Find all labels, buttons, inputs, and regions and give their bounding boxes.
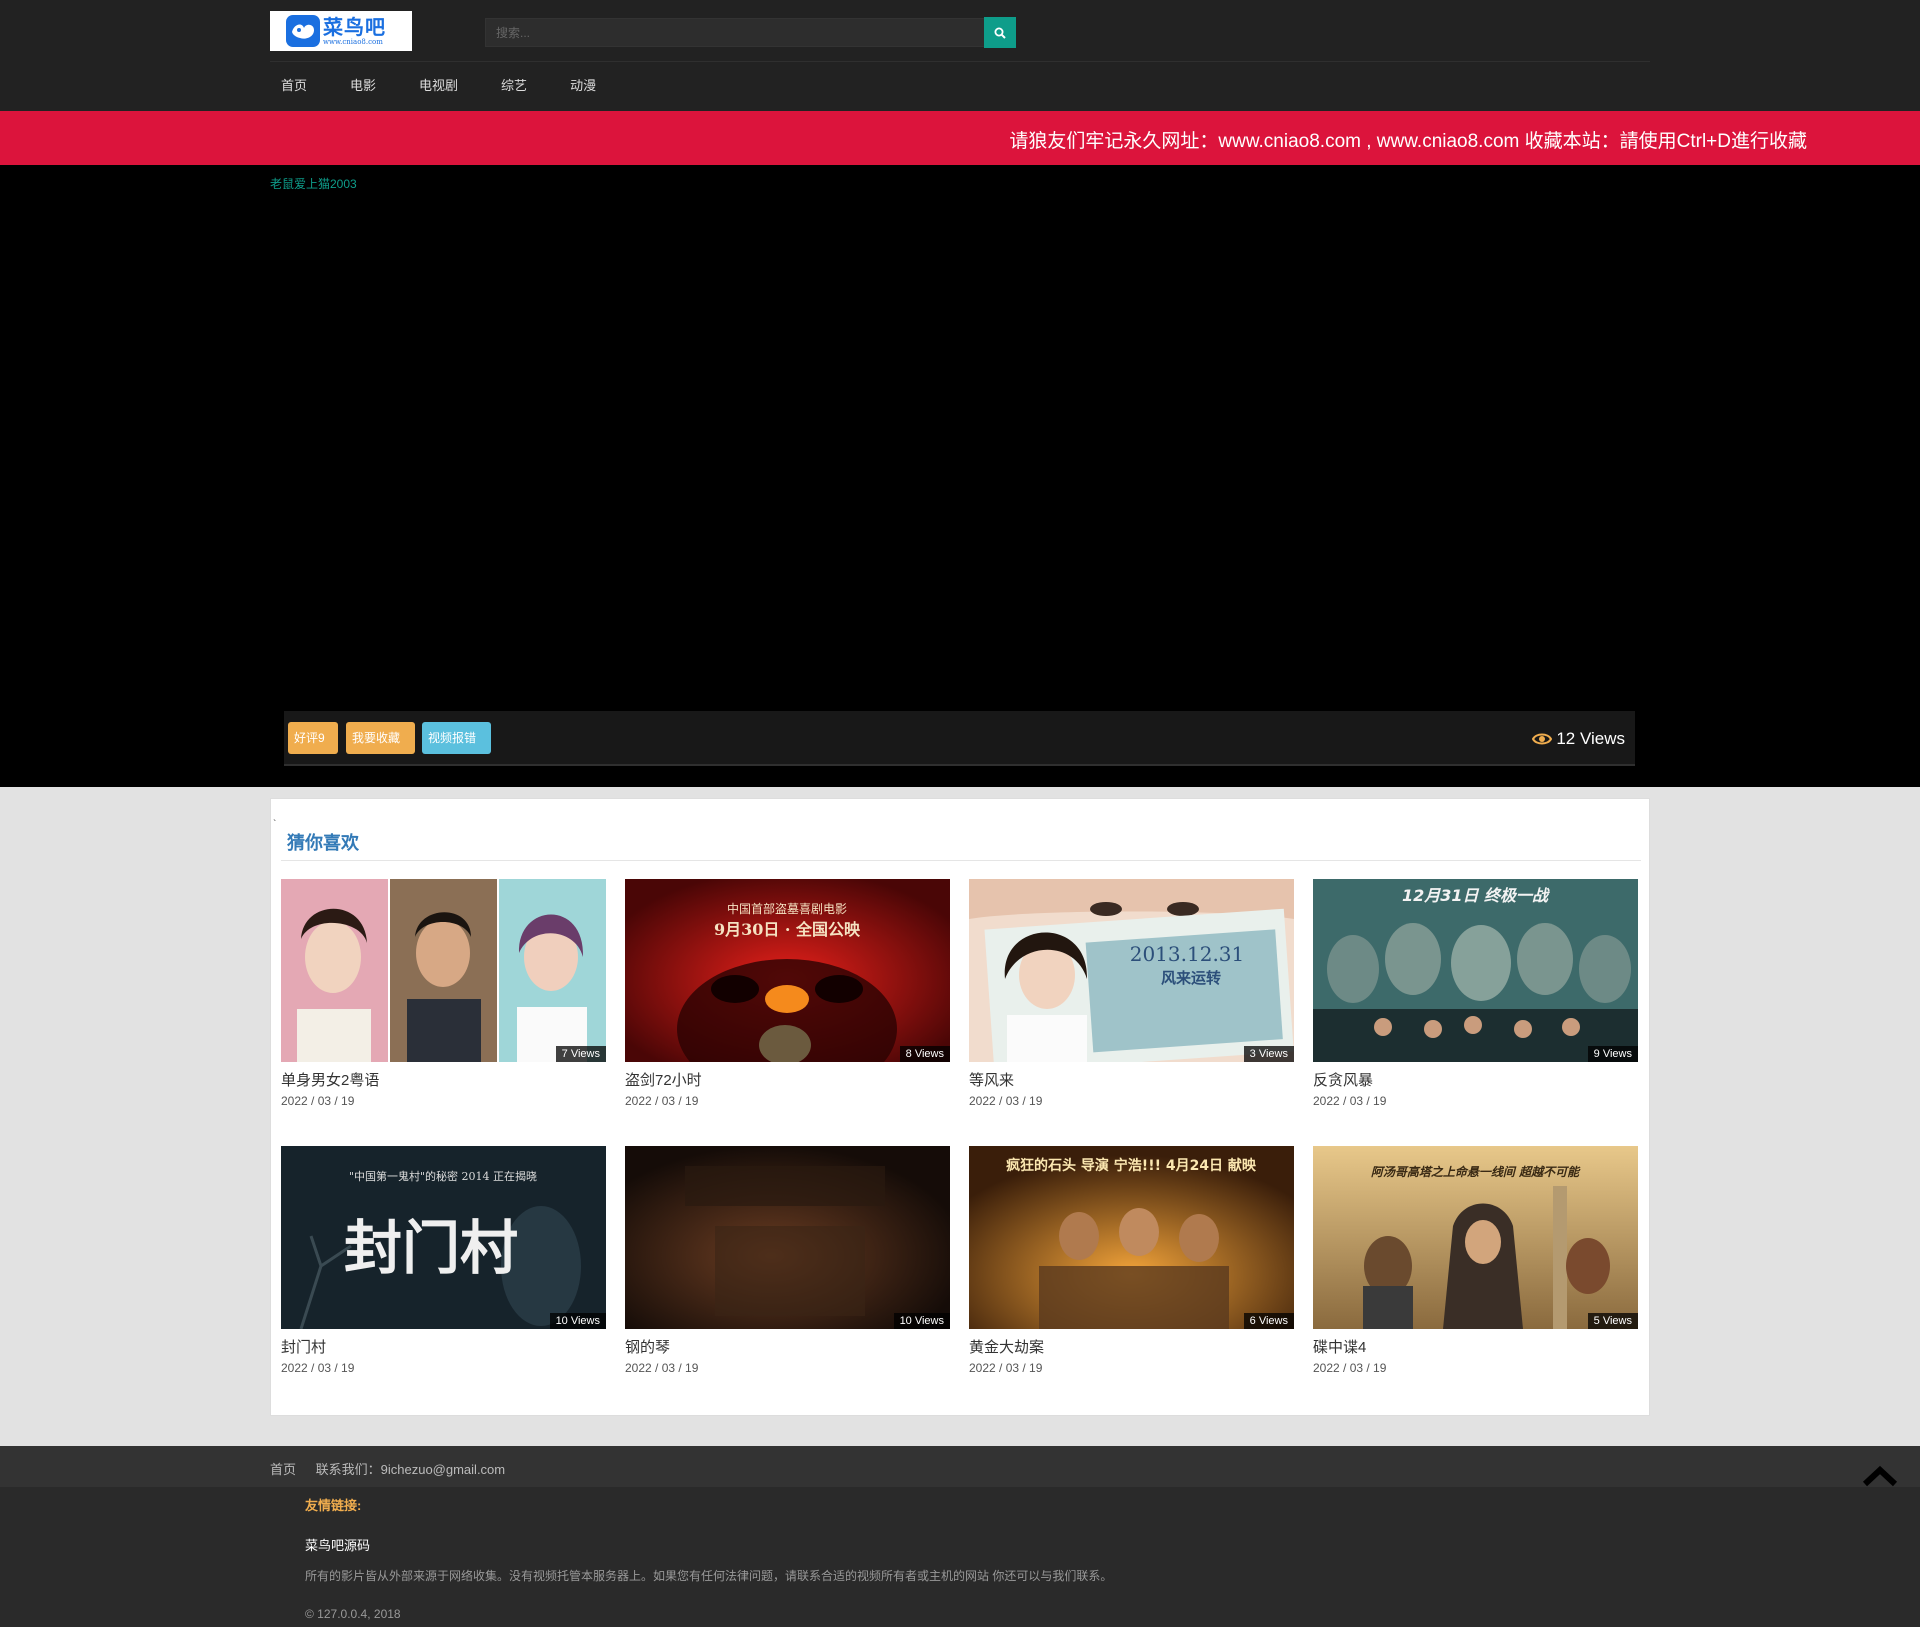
panel-divider — [281, 860, 1641, 861]
view-count-text: 12 Views — [1556, 729, 1625, 748]
poster-text: 封门村 — [344, 1214, 518, 1282]
views-badge: 9 Views — [1587, 1046, 1638, 1062]
notice-text: 请狼友们牢记永久网址：www.cniao8.com , www.cniao8.c… — [1009, 131, 1807, 152]
poster-text: 风来运转 — [1161, 969, 1221, 987]
video-title[interactable]: 碟中谍4 — [1313, 1336, 1638, 1357]
video-title[interactable]: 黄金大劫案 — [969, 1336, 1294, 1357]
video-date: 2022 / 03 / 19 — [625, 1094, 699, 1108]
poster-text: "中国第一鬼村"的秘密 2014 正在揭晓 — [349, 1169, 537, 1183]
site-logo[interactable]: 菜鸟吧 www.cniao8.com — [270, 11, 412, 51]
back-to-top-button[interactable] — [1862, 1463, 1898, 1489]
site-header: 菜鸟吧 www.cniao8.com 首页 电影 电视剧 综艺 动漫 — [0, 0, 1920, 111]
view-count: 12 Views — [1532, 729, 1625, 749]
poster-text: 2013.12.31 — [1130, 942, 1245, 966]
views-badge: 10 Views — [893, 1313, 950, 1329]
video-date: 2022 / 03 / 19 — [625, 1361, 699, 1375]
video-date: 2022 / 03 / 19 — [281, 1094, 355, 1108]
footer-disclaimer: 所有的影片皆从外部来源于网络收集。没有视频托管本服务器上。如果您有任何法律问题，… — [305, 1569, 1113, 1583]
logo-url-text: www.cniao8.com — [323, 37, 383, 46]
video-card[interactable]: 2013.12.31 风来运转 3 Views 等风来 2022 / 03 / … — [969, 879, 1294, 1108]
video-card[interactable]: 7 Views 单身男女2粤语 2022 / 03 / 19 — [281, 879, 606, 1108]
video-card[interactable]: 疯狂的石头 导演 宁浩!!! 4月24日 献映 6 Views 黄金大劫案 20… — [969, 1146, 1294, 1375]
recommend-panel: ` 猜你喜欢 7 Views 单身男女2粤语 2022 / 03 / 19 中国… — [270, 798, 1650, 1416]
video-thumbnail[interactable]: 12月31日 终极一战 9 Views — [1313, 879, 1638, 1062]
nav-item-tv[interactable]: 电视剧 — [408, 75, 469, 97]
footer-copyright: © 127.0.0.4, 2018 — [305, 1607, 401, 1621]
video-thumbnail[interactable]: "中国第一鬼村"的秘密 2014 正在揭晓 封门村 10 Views — [281, 1146, 606, 1329]
friend-links-label: 友情链接: — [305, 1498, 362, 1513]
logo-text: 菜鸟吧 — [323, 14, 386, 39]
video-card[interactable]: 中国首部盗墓喜剧电影 9月30日 · 全国公映 8 Views 盗剑72小时 2… — [625, 879, 950, 1108]
video-title[interactable]: 盗剑72小时 — [625, 1069, 950, 1090]
search-input[interactable] — [486, 19, 984, 46]
views-badge: 5 Views — [1587, 1313, 1638, 1329]
eye-icon — [1532, 733, 1553, 745]
video-date: 2022 / 03 / 19 — [1313, 1094, 1387, 1108]
friend-link-site[interactable]: 菜鸟吧源码 — [305, 1535, 370, 1554]
notice-marquee: 请狼友们牢记永久网址：www.cniao8.com , www.cniao8.c… — [0, 111, 1920, 165]
video-player[interactable] — [270, 195, 1650, 740]
poster-text: 12月31日 终极一战 — [1402, 886, 1550, 905]
poster-text: 阿汤哥高塔之上命悬一线间 超越不可能 — [1371, 1165, 1581, 1179]
like-button[interactable]: 好评9 — [288, 722, 338, 754]
views-badge: 7 Views — [555, 1046, 606, 1062]
stray-tick-mark: ` — [273, 819, 277, 830]
main-nav: 首页 电影 电视剧 综艺 动漫 — [270, 75, 628, 97]
search-box — [485, 18, 985, 47]
video-title[interactable]: 反贪风暴 — [1313, 1069, 1638, 1090]
views-badge: 6 Views — [1243, 1313, 1294, 1329]
footer-contact[interactable]: 联系我们：9ichezuo@gmail.com — [316, 1462, 505, 1477]
poster-text: 9月30日 · 全国公映 — [714, 920, 861, 939]
video-card[interactable]: 阿汤哥高塔之上命悬一线间 超越不可能 5 Views 碟中谍4 2022 / 0… — [1313, 1146, 1638, 1375]
favorite-button[interactable]: 我要收藏 — [346, 722, 415, 754]
video-date: 2022 / 03 / 19 — [969, 1361, 1043, 1375]
video-title[interactable]: 等风来 — [969, 1069, 1294, 1090]
video-thumbnail[interactable]: 10 Views — [625, 1146, 950, 1329]
breadcrumb-title[interactable]: 老鼠爱上猫2003 — [270, 175, 357, 192]
nav-item-anime[interactable]: 动漫 — [559, 75, 607, 97]
header-divider — [270, 61, 1650, 62]
views-badge: 8 Views — [899, 1046, 950, 1062]
nav-item-variety[interactable]: 综艺 — [490, 75, 538, 97]
video-thumbnail[interactable]: 2013.12.31 风来运转 3 Views — [969, 879, 1294, 1062]
poster-text: 中国首部盗墓喜剧电影 — [727, 901, 847, 916]
video-title[interactable]: 钢的琴 — [625, 1336, 950, 1357]
footer-links-bar: 首页 联系我们：9ichezuo@gmail.com — [0, 1446, 1920, 1487]
recommend-title: 猜你喜欢 — [287, 833, 359, 853]
search-button[interactable] — [984, 17, 1016, 48]
nav-item-home[interactable]: 首页 — [270, 75, 318, 97]
player-section: 老鼠爱上猫2003 好评9 我要收藏 视频报错 12 Views — [0, 165, 1920, 787]
nav-item-movies[interactable]: 电影 — [339, 75, 387, 97]
poster-text: 疯狂的石头 导演 宁浩!!! 4月24日 献映 — [1006, 1157, 1257, 1174]
video-thumbnail[interactable]: 阿汤哥高塔之上命悬一线间 超越不可能 5 Views — [1313, 1146, 1638, 1329]
video-card[interactable]: 10 Views 钢的琴 2022 / 03 / 19 — [625, 1146, 950, 1375]
video-date: 2022 / 03 / 19 — [969, 1094, 1043, 1108]
views-badge: 3 Views — [1243, 1046, 1294, 1062]
video-card[interactable]: "中国第一鬼村"的秘密 2014 正在揭晓 封门村 10 Views 封门村 2… — [281, 1146, 606, 1375]
report-button[interactable]: 视频报错 — [422, 722, 491, 754]
video-title[interactable]: 封门村 — [281, 1336, 606, 1357]
player-action-bar: 好评9 我要收藏 视频报错 12 Views — [284, 711, 1635, 766]
search-icon — [994, 27, 1006, 39]
chevron-up-icon — [1862, 1465, 1898, 1487]
video-thumbnail[interactable]: 中国首部盗墓喜剧电影 9月30日 · 全国公映 8 Views — [625, 879, 950, 1062]
video-thumbnail[interactable]: 7 Views — [281, 879, 606, 1062]
footer-home-link[interactable]: 首页 — [270, 1462, 296, 1477]
site-footer: 友情链接: 菜鸟吧源码 所有的影片皆从外部来源于网络收集。没有视频托管本服务器上… — [0, 1487, 1920, 1627]
bird-logo-icon — [286, 15, 320, 47]
video-date: 2022 / 03 / 19 — [281, 1361, 355, 1375]
video-thumbnail[interactable]: 疯狂的石头 导演 宁浩!!! 4月24日 献映 6 Views — [969, 1146, 1294, 1329]
video-date: 2022 / 03 / 19 — [1313, 1361, 1387, 1375]
views-badge: 10 Views — [549, 1313, 606, 1329]
video-title[interactable]: 单身男女2粤语 — [281, 1069, 606, 1090]
video-card[interactable]: 12月31日 终极一战 9 Views 反贪风暴 2022 / 03 / 19 — [1313, 879, 1638, 1108]
